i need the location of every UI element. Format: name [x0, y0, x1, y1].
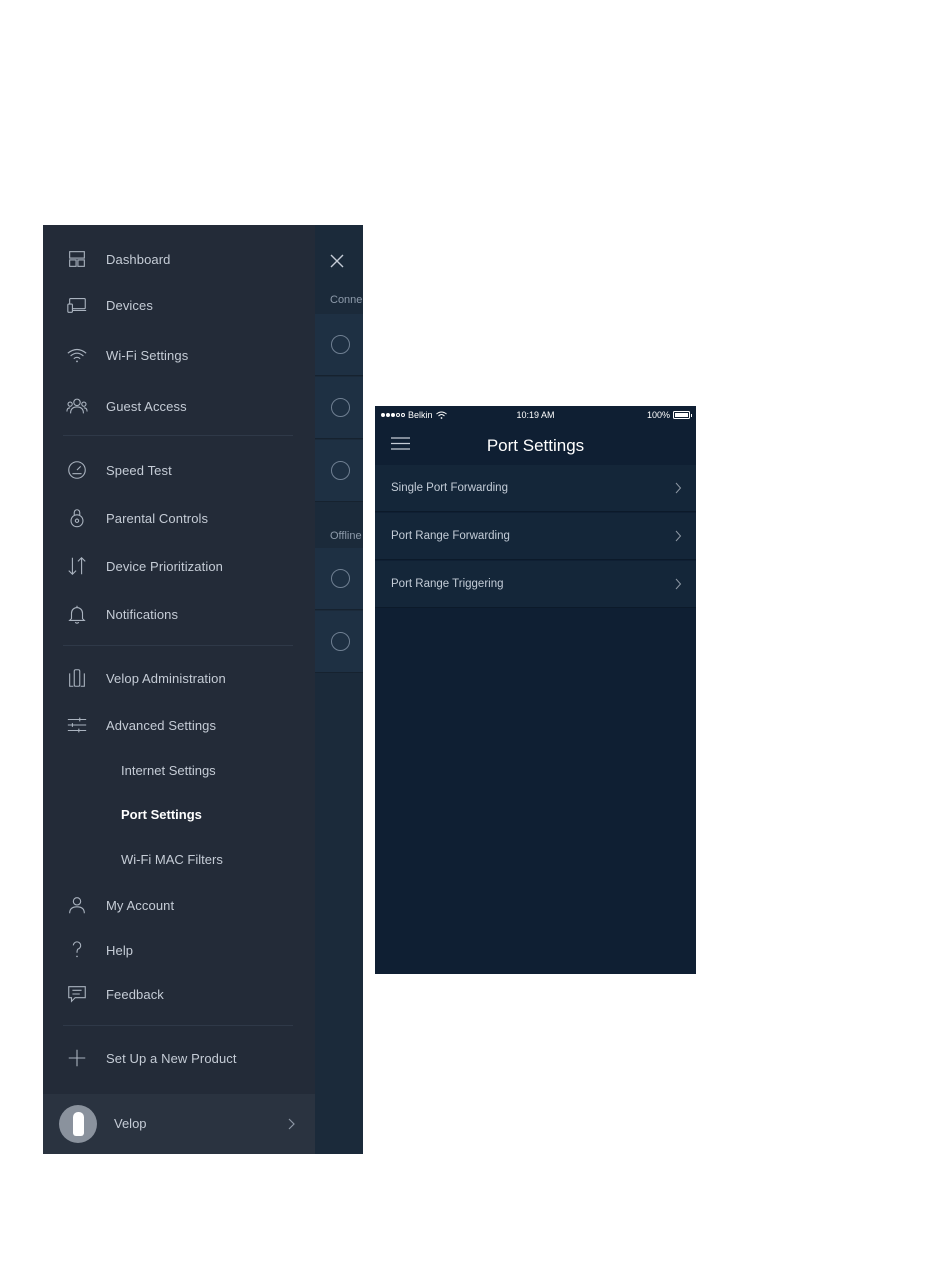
chevron-right-icon	[288, 1118, 295, 1130]
chevron-right-icon	[675, 530, 682, 542]
menu-item-dashboard[interactable]: Dashboard	[43, 239, 315, 279]
priority-arrows-icon	[65, 554, 89, 578]
device-row[interactable]	[315, 314, 363, 376]
menu-item-feedback[interactable]: Feedback	[43, 974, 315, 1014]
device-icon	[331, 632, 350, 651]
nav-bar: Port Settings	[375, 424, 696, 464]
chevron-right-icon	[675, 578, 682, 590]
question-icon	[65, 938, 89, 962]
plus-icon	[65, 1046, 89, 1070]
lock-icon	[65, 506, 89, 530]
menu-item-advanced-settings[interactable]: Advanced Settings	[43, 705, 315, 745]
menu-item-my-account[interactable]: My Account	[43, 885, 315, 925]
wifi-icon	[65, 343, 89, 367]
sliders-icon	[65, 713, 89, 737]
menu-item-velop-administration[interactable]: Velop Administration	[43, 658, 315, 698]
port-range-forwarding-row[interactable]: Port Range Forwarding	[375, 513, 696, 560]
device-icon	[331, 398, 350, 417]
battery-percent: 100%	[646, 410, 670, 420]
menu-divider	[63, 435, 293, 436]
menu-item-help[interactable]: Help	[43, 930, 315, 970]
menu-divider	[63, 1025, 293, 1026]
chevron-right-icon	[675, 482, 682, 494]
device-row[interactable]	[315, 440, 363, 502]
side-menu: Dashboard Devices Wi-Fi Settings Guest A…	[43, 225, 315, 1154]
velop-footer-item[interactable]: Velop	[43, 1094, 315, 1154]
menu-item-parental-controls[interactable]: Parental Controls	[43, 498, 315, 538]
device-row[interactable]	[315, 548, 363, 610]
submenu-item-internet-settings[interactable]: Internet Settings	[43, 753, 315, 787]
bell-icon	[65, 602, 89, 626]
battery-icon	[673, 411, 692, 419]
menu-item-device-prioritization[interactable]: Device Prioritization	[43, 546, 315, 586]
velop-node-icon	[65, 666, 89, 690]
single-port-forwarding-row[interactable]: Single Port Forwarding	[375, 465, 696, 512]
device-icon	[331, 461, 350, 480]
device-icon	[331, 569, 350, 588]
submenu-item-wifi-mac-filters[interactable]: Wi-Fi MAC Filters	[43, 842, 315, 876]
guest-icon	[65, 394, 89, 418]
devices-icon	[65, 293, 89, 317]
chat-icon	[65, 982, 89, 1006]
menu-screen: Conne Offline Dashboard Devices Wi-Fi Se…	[43, 225, 363, 1154]
menu-divider	[63, 645, 293, 646]
device-row[interactable]	[315, 377, 363, 439]
menu-item-speed-test[interactable]: Speed Test	[43, 450, 315, 490]
user-icon	[65, 893, 89, 917]
connected-section-label: Conne	[330, 294, 363, 306]
page-title: Port Settings	[486, 436, 585, 455]
velop-avatar-icon	[59, 1105, 97, 1143]
menu-item-devices[interactable]: Devices	[43, 285, 315, 325]
port-settings-screen: Belkin 10:19 AM 100% Port Settings Singl…	[375, 406, 696, 974]
speedometer-icon	[65, 458, 89, 482]
menu-item-guest-access[interactable]: Guest Access	[43, 386, 315, 426]
offline-section-label: Offline	[330, 530, 362, 542]
device-row[interactable]	[315, 611, 363, 673]
dashboard-icon	[65, 247, 89, 271]
close-icon[interactable]	[327, 251, 347, 271]
underlying-screen-peek: Conne Offline	[315, 225, 363, 1154]
menu-item-set-up-new-product[interactable]: Set Up a New Product	[43, 1038, 315, 1078]
menu-item-wifi-settings[interactable]: Wi-Fi Settings	[43, 335, 315, 375]
status-bar: Belkin 10:19 AM 100%	[375, 406, 696, 424]
device-icon	[331, 335, 350, 354]
submenu-item-port-settings[interactable]: Port Settings	[43, 797, 315, 831]
menu-item-notifications[interactable]: Notifications	[43, 594, 315, 634]
port-range-triggering-row[interactable]: Port Range Triggering	[375, 561, 696, 608]
